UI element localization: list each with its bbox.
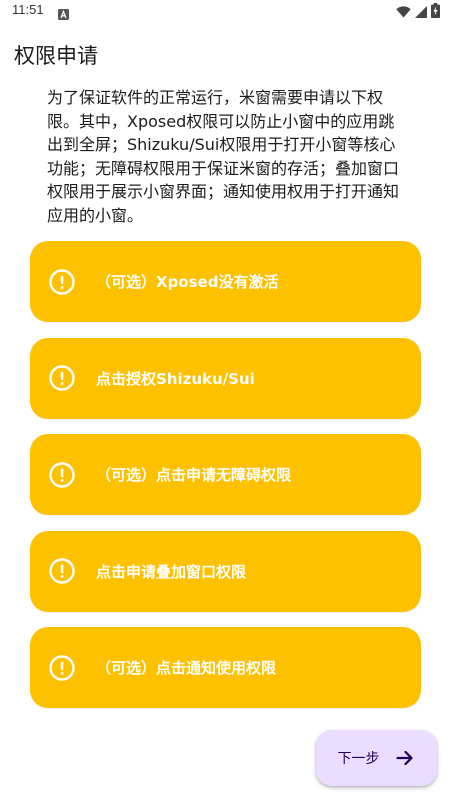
arrow-right-icon (394, 747, 416, 769)
status-icons (396, 3, 440, 22)
permission-card-notification[interactable]: （可选）点击通知使用权限 (30, 627, 421, 708)
next-step-label: 下一步 (337, 751, 380, 767)
next-step-button[interactable]: 下一步 (316, 730, 437, 786)
permission-label: （可选）Xposed没有激活 (96, 273, 279, 291)
wifi-icon (396, 3, 411, 22)
a-badge-icon (58, 5, 69, 24)
alert-circle-icon (48, 268, 76, 296)
permission-card-xposed[interactable]: （可选）Xposed没有激活 (30, 241, 421, 322)
alert-circle-icon (48, 557, 76, 585)
permission-card-accessibility[interactable]: （可选）点击申请无障碍权限 (30, 434, 421, 515)
permission-label: 点击授权Shizuku/Sui (96, 369, 255, 388)
permission-card-shizuku[interactable]: 点击授权Shizuku/Sui (30, 337, 421, 419)
alert-circle-icon (48, 654, 76, 682)
battery-charging-icon (431, 3, 440, 22)
permission-label: （可选）点击通知使用权限 (96, 659, 277, 677)
page-title: 权限申请 (14, 44, 98, 68)
permission-label: （可选）点击申请无障碍权限 (96, 466, 292, 484)
permission-card-overlay[interactable]: 点击申请叠加窗口权限 (30, 530, 421, 612)
status-bar: 11:51 (0, 0, 450, 22)
permission-description: 为了保证软件的正常运行，米窗需要申请以下权限。其中，Xposed权限可以防止小窗… (47, 88, 400, 225)
permission-list: （可选）Xposed没有激活 点击授权Shizuku/Sui （可选）点击申请无… (30, 241, 421, 724)
cell-signal-icon (415, 3, 427, 22)
alert-circle-icon (48, 364, 76, 392)
status-time: 11:51 (12, 2, 44, 17)
permission-label: 点击申请叠加窗口权限 (96, 562, 247, 581)
alert-circle-icon (48, 461, 76, 489)
